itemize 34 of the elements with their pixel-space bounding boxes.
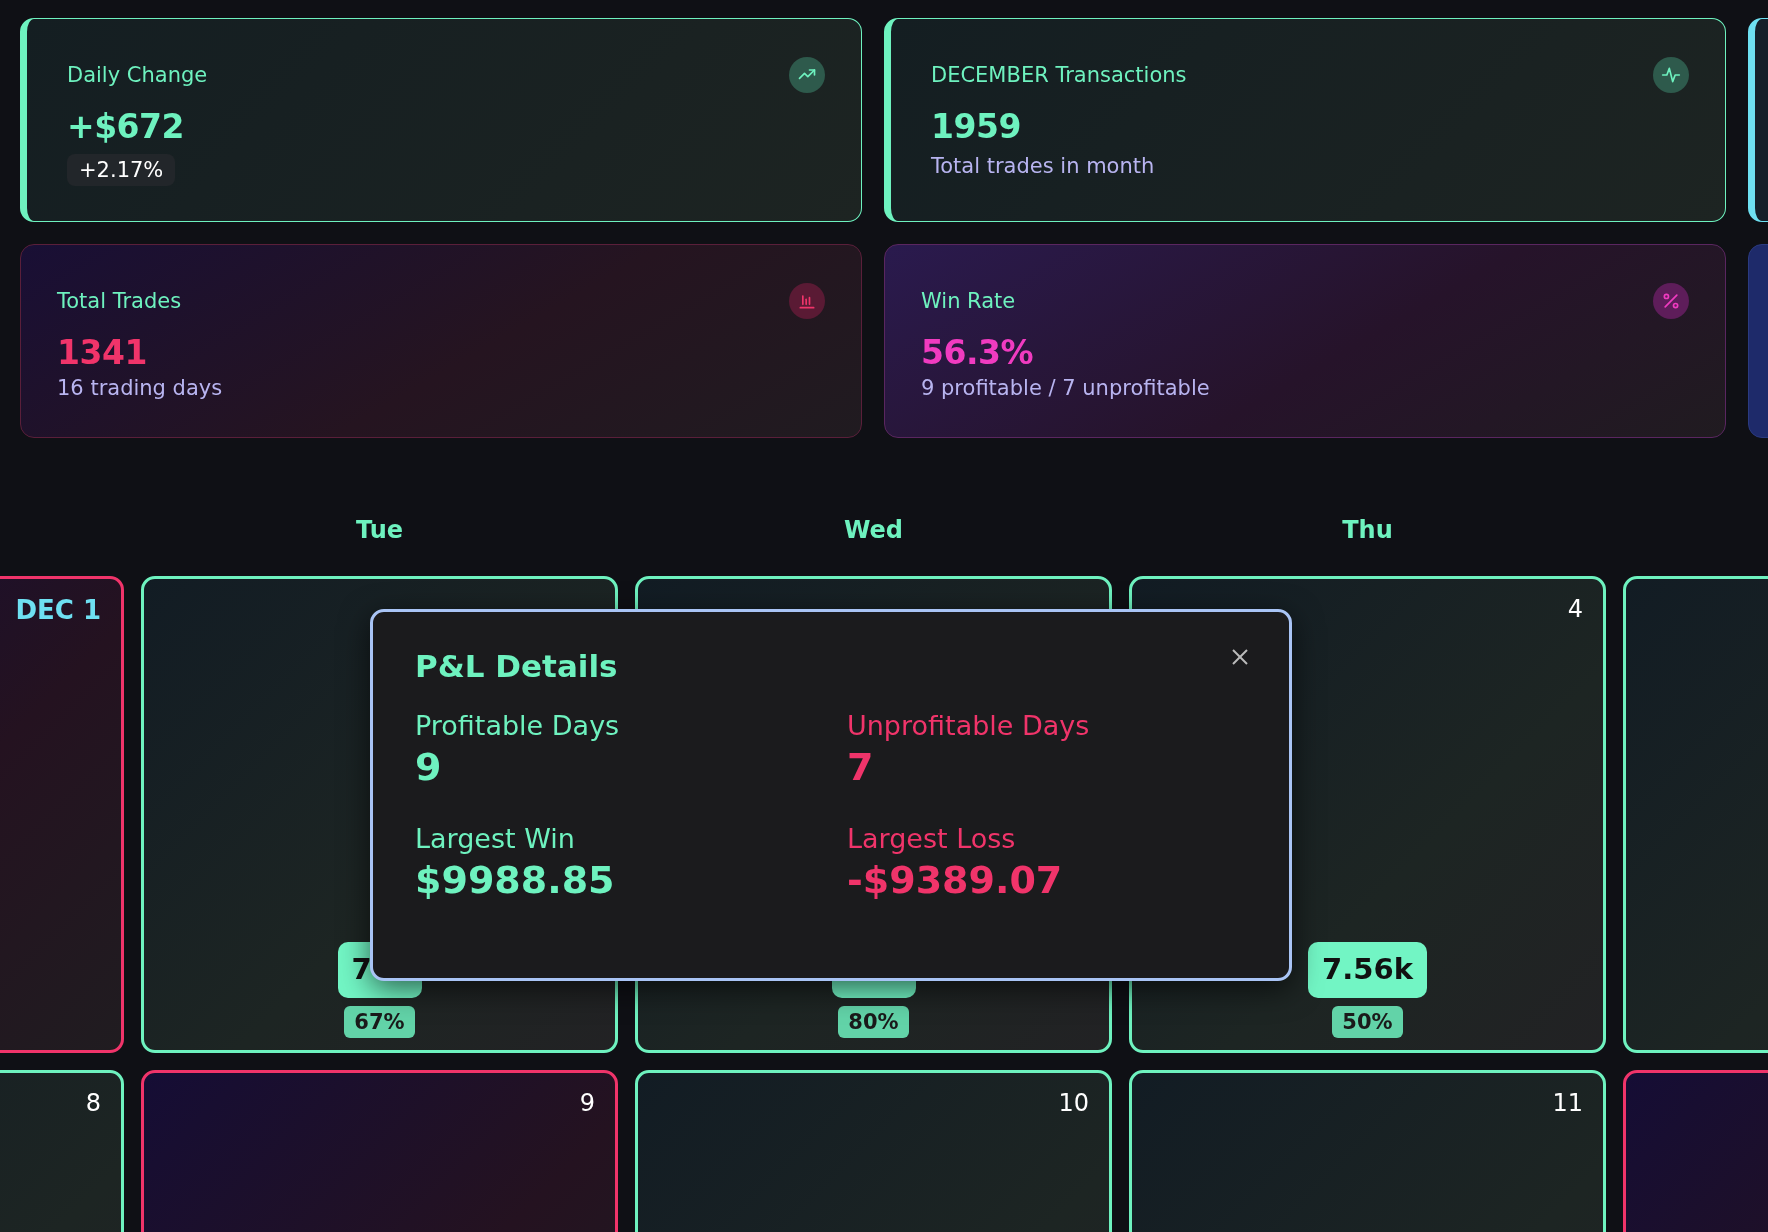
card-value: +$672: [67, 107, 185, 146]
card-title: DECEMBER Transactions: [931, 63, 1187, 87]
stat-value: 7: [847, 745, 875, 789]
weekday-label: Thu: [1342, 516, 1393, 544]
card-value: 1959: [931, 107, 1022, 146]
stat-label: Unprofitable Days: [847, 710, 1091, 741]
card-subtitle: 9 profitable / 7 unprofitable: [921, 376, 1211, 400]
stat-label: Largest Win: [415, 823, 576, 854]
change-badge: +2.17%: [67, 154, 176, 186]
stat-label: Profitable Days: [415, 710, 621, 741]
pnl-badge: 7.56k: [1308, 942, 1427, 998]
win-rate-badge: 67%: [344, 1006, 415, 1038]
stat-value: -$9389.07: [847, 858, 1064, 902]
card-value: 56.3%: [921, 333, 1034, 372]
day-number: 4: [1567, 595, 1583, 623]
day-number: DEC 1: [15, 595, 101, 625]
win-rate-badge: 50%: [1332, 1006, 1403, 1038]
card-title: Daily Change: [67, 63, 208, 87]
stat-label: Largest Loss: [847, 823, 1017, 854]
weekday-label: Wed: [843, 516, 904, 544]
card-subtitle: 16 trading days: [57, 376, 224, 400]
card-subtitle: Total trades in month: [931, 154, 1156, 178]
day-number: 10: [1058, 1089, 1089, 1117]
day-number: 11: [1552, 1089, 1583, 1117]
weekday-label: Tue: [355, 516, 404, 544]
card-title: Total Trades: [57, 289, 182, 313]
day-number: 8: [85, 1089, 101, 1117]
stat-value: $9988.85: [415, 858, 616, 902]
win-rate-badge: 80%: [838, 1006, 909, 1038]
day-number: 9: [579, 1089, 595, 1117]
card-value: 1341: [57, 333, 148, 372]
stat-value: 9: [415, 745, 443, 789]
popup-title: P&L Details: [415, 648, 618, 684]
card-title: Win Rate: [921, 289, 1016, 313]
